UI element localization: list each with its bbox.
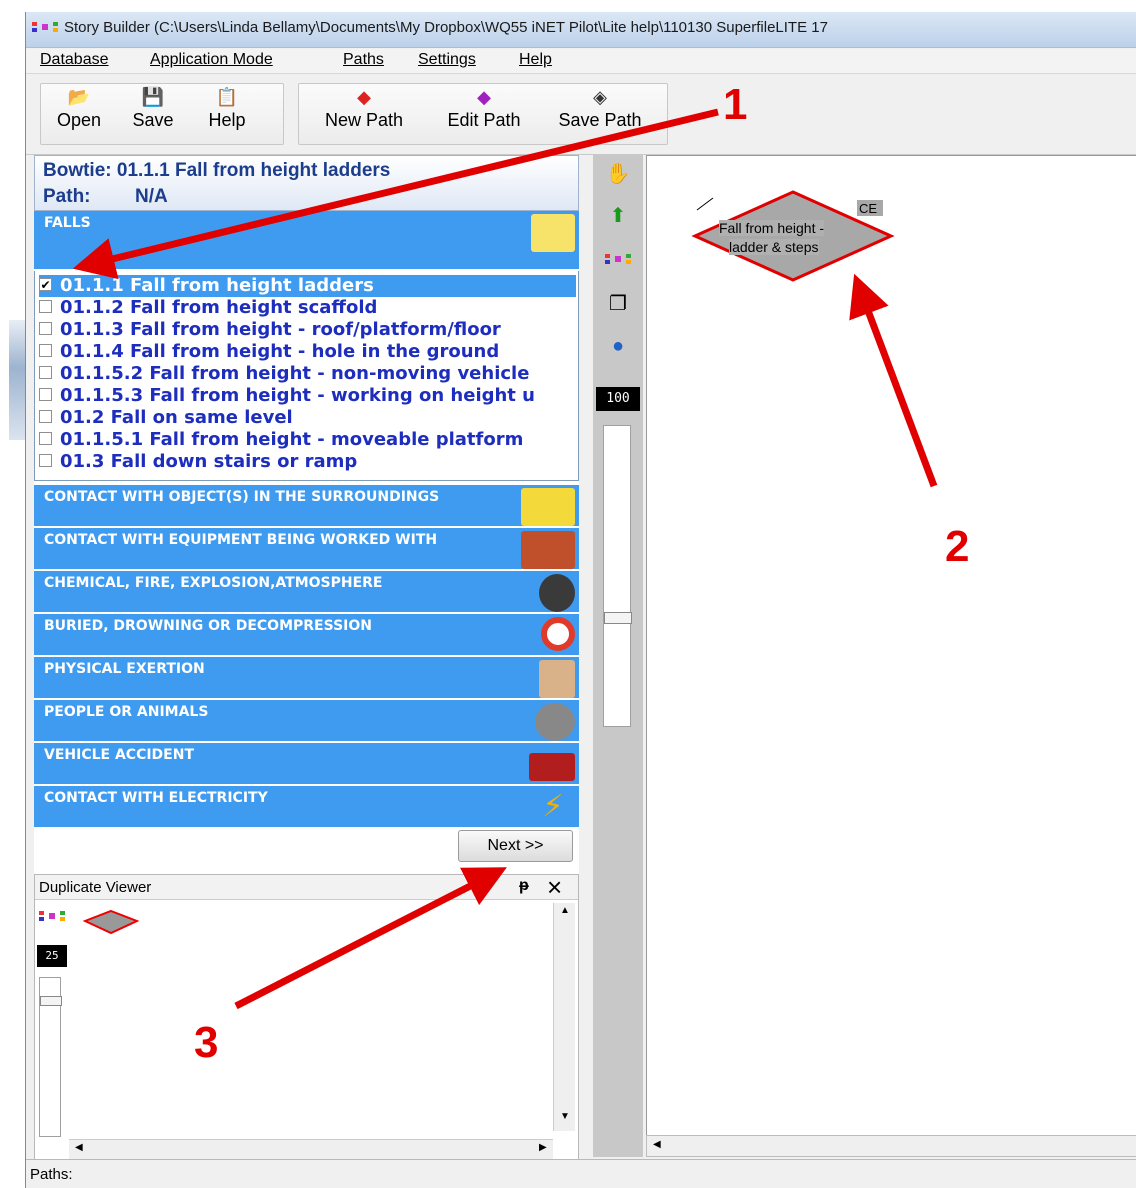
annotation-arrow-3 [234, 867, 507, 1010]
annotation-arrow-1 [72, 108, 719, 280]
callout-3: 3 [194, 1018, 219, 1067]
annotation-overlay [72, 108, 938, 1010]
callout-1: 1 [723, 80, 748, 129]
annotation-arrow-2 [849, 273, 938, 488]
callout-2: 2 [945, 522, 970, 571]
